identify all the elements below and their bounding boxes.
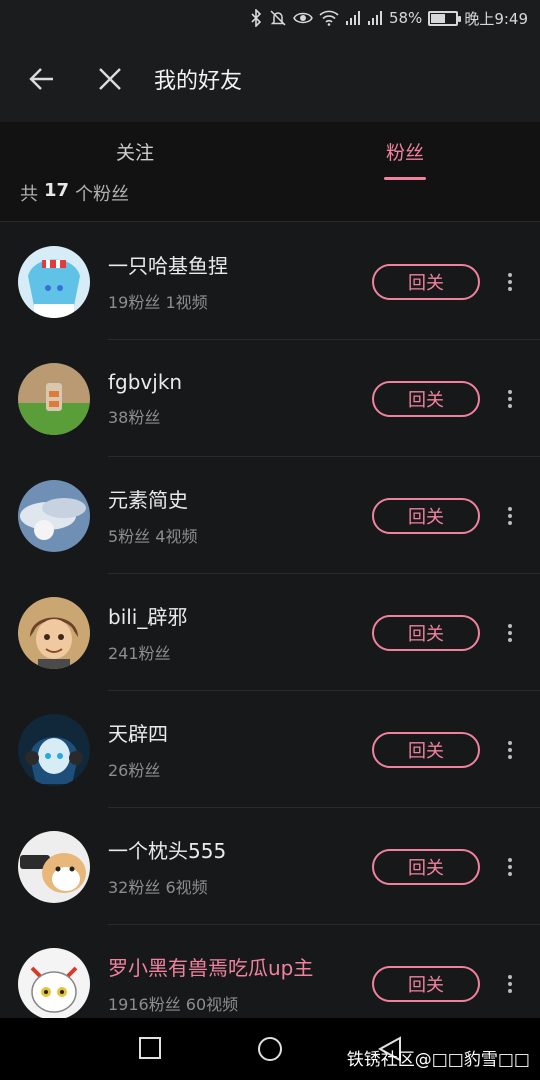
close-icon [99, 68, 121, 90]
count-value: 17 [44, 180, 70, 201]
avatar[interactable] [18, 713, 90, 786]
list-item[interactable]: 一只哈基鱼捏 19粉丝 1视频 回关 [0, 223, 540, 340]
eye-icon [293, 8, 313, 28]
fan-name[interactable]: 一个枕头555 [108, 835, 372, 864]
more-button[interactable] [480, 847, 540, 887]
more-vertical-icon [508, 740, 512, 759]
list-item[interactable]: fgbvjkn 38粉丝 回关 [0, 340, 540, 457]
more-button[interactable] [480, 379, 540, 419]
more-button[interactable] [480, 262, 540, 302]
close-button[interactable] [80, 49, 140, 109]
more-vertical-icon [508, 623, 512, 642]
fan-info: 天辟四 26粉丝 [108, 718, 372, 781]
fan-info: 罗小黑有兽焉吃瓜up主 1916粉丝 60视频 [108, 952, 372, 1015]
fans-count: 共 17 个粉丝 [0, 180, 540, 222]
count-suffix: 个粉丝 [75, 184, 130, 205]
fan-meta: 38粉丝 [108, 407, 161, 427]
fans-list: 一只哈基鱼捏 19粉丝 1视频 回关 fgbvjkn 38粉丝 回关 元素简史 … [0, 223, 540, 1042]
system-nav-bar: 铁锈社区@□□豹雪□□ [0, 1018, 540, 1080]
list-item[interactable]: 一个枕头555 32粉丝 6视频 回关 [0, 808, 540, 925]
more-vertical-icon [508, 272, 512, 291]
top-bar: 我的好友 [0, 36, 540, 122]
recents-button[interactable] [138, 1036, 162, 1064]
avatar[interactable] [18, 362, 90, 435]
follow-back-button[interactable]: 回关 [372, 965, 480, 1002]
follow-back-button[interactable]: 回关 [372, 614, 480, 651]
fan-meta: 19粉丝 1视频 [108, 293, 208, 312]
home-button[interactable] [257, 1036, 283, 1066]
follow-back-button[interactable]: 回关 [372, 731, 480, 768]
fan-meta: 32粉丝 6视频 [108, 878, 208, 897]
fan-name[interactable]: fgbvjkn [108, 370, 372, 394]
fan-info: 元素简史 5粉丝 4视频 [108, 484, 372, 547]
follow-back-button[interactable]: 回关 [372, 380, 480, 417]
arrow-left-icon [29, 68, 53, 90]
follow-back-button[interactable]: 回关 [372, 848, 480, 885]
avatar[interactable] [18, 479, 90, 552]
fan-info: 一个枕头555 32粉丝 6视频 [108, 835, 372, 898]
wifi-icon [319, 8, 339, 28]
bluetooth-icon [249, 8, 263, 28]
count-prefix: 共 [20, 184, 38, 205]
fan-meta: 26粉丝 [108, 761, 161, 780]
page-title: 我的好友 [154, 69, 243, 94]
watermark: 铁锈社区@□□豹雪□□ [346, 1050, 530, 1070]
fan-info: fgbvjkn 38粉丝 [108, 370, 372, 428]
circle-icon [258, 1037, 282, 1061]
fan-name[interactable]: 元素简史 [108, 484, 372, 513]
back-button[interactable] [12, 49, 72, 109]
more-button[interactable] [480, 730, 540, 770]
fan-name[interactable]: 罗小黑有兽焉吃瓜up主 [108, 952, 372, 981]
more-button[interactable] [480, 496, 540, 536]
list-item[interactable]: bili_辟邪 241粉丝 回关 [0, 574, 540, 691]
avatar[interactable] [18, 245, 90, 318]
signal-icon [367, 8, 383, 28]
fan-meta: 241粉丝 [108, 644, 171, 663]
follow-back-button[interactable]: 回关 [372, 497, 480, 534]
tab-bar: 关注 粉丝 [0, 122, 540, 180]
more-vertical-icon [508, 389, 512, 408]
signal-icon [345, 8, 361, 28]
mute-icon [269, 8, 287, 28]
fan-info: 一只哈基鱼捏 19粉丝 1视频 [108, 250, 372, 313]
fan-info: bili_辟邪 241粉丝 [108, 601, 372, 664]
fan-name[interactable]: 天辟四 [108, 718, 372, 747]
clock: 晚上9:49 [464, 9, 528, 28]
more-vertical-icon [508, 506, 512, 525]
fan-meta: 5粉丝 4视频 [108, 527, 198, 546]
battery-percent: 58% [388, 9, 423, 27]
more-vertical-icon [508, 857, 512, 876]
fan-meta: 1916粉丝 60视频 [108, 995, 239, 1014]
fan-name[interactable]: bili_辟邪 [108, 601, 372, 630]
avatar[interactable] [18, 596, 90, 669]
follow-back-button[interactable]: 回关 [372, 263, 480, 300]
avatar[interactable] [18, 947, 90, 1020]
status-bar: 58% 晚上9:49 [0, 0, 540, 36]
square-icon [139, 1037, 161, 1059]
more-button[interactable] [480, 613, 540, 653]
more-vertical-icon [508, 974, 512, 993]
more-button[interactable] [480, 964, 540, 1004]
avatar[interactable] [18, 830, 90, 903]
battery-icon [428, 10, 462, 26]
list-item[interactable]: 天辟四 26粉丝 回关 [0, 691, 540, 808]
tab-fans[interactable]: 粉丝 [270, 122, 540, 180]
tab-following[interactable]: 关注 [0, 122, 270, 180]
fan-name[interactable]: 一只哈基鱼捏 [108, 250, 372, 279]
list-item[interactable]: 元素简史 5粉丝 4视频 回关 [0, 457, 540, 574]
